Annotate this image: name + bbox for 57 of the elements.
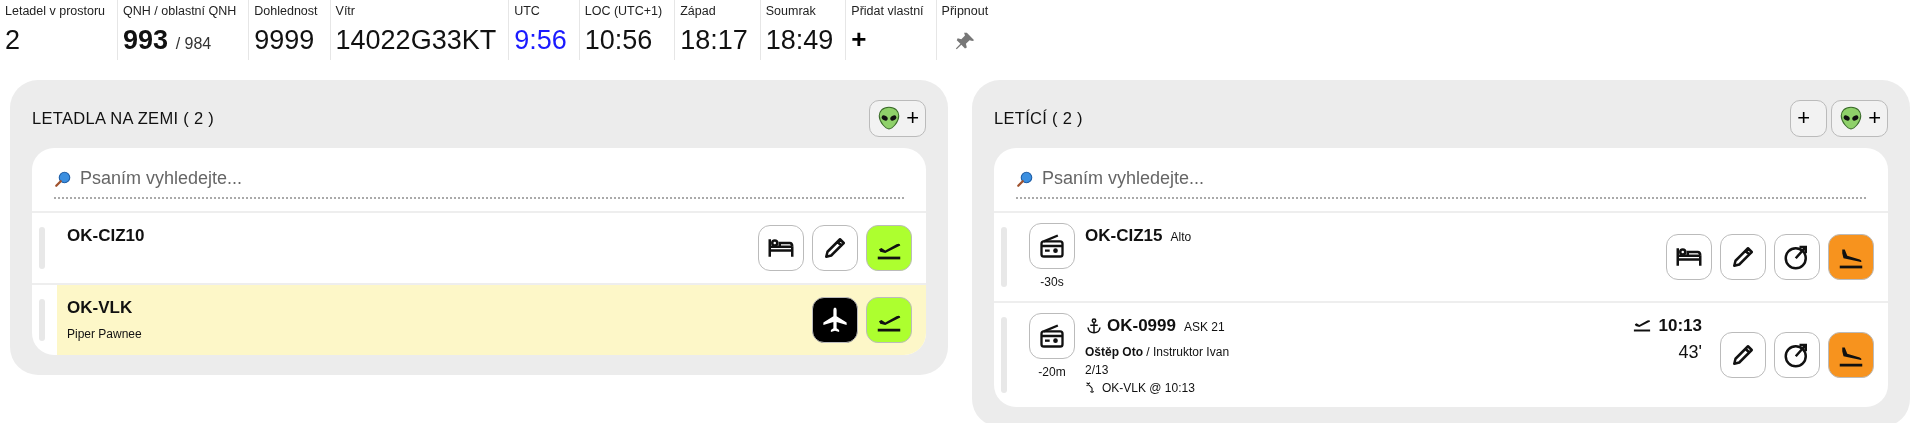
stat-label: UTC bbox=[514, 3, 541, 20]
stat-label: Vítr bbox=[335, 3, 356, 20]
stat-label: Soumrak bbox=[765, 3, 817, 20]
gauge-button[interactable] bbox=[1774, 331, 1820, 378]
stat-label: Západ bbox=[680, 3, 717, 20]
search-icon bbox=[54, 169, 72, 188]
stat-label: Připnout bbox=[941, 3, 989, 20]
aircraft-type: Piper Pawnee bbox=[67, 325, 143, 343]
radio-time: -20m bbox=[1038, 364, 1066, 381]
stat-label: Přidat vlastní bbox=[851, 3, 924, 20]
aircraft-registration: OK-0999 bbox=[1107, 315, 1176, 337]
airplane-button[interactable] bbox=[812, 297, 858, 343]
bed-button[interactable] bbox=[1666, 234, 1712, 280]
stat-value: 10:56 bbox=[584, 23, 654, 57]
stat-label: QNH / oblastní QNH bbox=[123, 3, 237, 20]
aircraft-registration: OK-CIZ15 bbox=[1085, 225, 1163, 247]
landing-button[interactable] bbox=[1828, 234, 1874, 280]
aircraft-registration: OK-CIZ10 bbox=[67, 225, 145, 247]
flight-duration: 43' bbox=[1678, 340, 1702, 364]
aircraft-type: Alto bbox=[1170, 229, 1192, 246]
stat-value: 2 bbox=[5, 23, 22, 57]
stat-value: 9:56 bbox=[514, 23, 567, 57]
edit-button[interactable] bbox=[812, 225, 858, 271]
airplane-icon bbox=[820, 305, 850, 335]
radio-icon bbox=[1038, 232, 1066, 260]
takeoff-button[interactable] bbox=[866, 297, 912, 343]
radio-time: -30s bbox=[1040, 274, 1064, 291]
tow-info: OK-VLK @ 10:13 bbox=[1102, 379, 1195, 397]
stat-value: 9999 bbox=[254, 23, 316, 57]
add-guest-button[interactable]: + bbox=[1831, 99, 1888, 137]
panel-title: LETADLA NA ZEMI ( 2 ) bbox=[32, 107, 215, 129]
bed-button[interactable] bbox=[758, 225, 804, 271]
stat-label: Letadel v prostoru bbox=[5, 3, 106, 20]
stat-value: 18:17 bbox=[680, 23, 748, 57]
transceiver-button[interactable] bbox=[1029, 223, 1075, 269]
radio-icon bbox=[1038, 322, 1066, 350]
crew-names: Oštěp Oto / Instruktor Ivan bbox=[1085, 343, 1231, 361]
add-button[interactable]: + bbox=[851, 23, 924, 55]
landing-button[interactable] bbox=[1828, 331, 1874, 378]
aircraft-type: ASK 21 bbox=[1184, 319, 1225, 336]
stat-label: LOC (UTC+1) bbox=[584, 3, 663, 20]
stat-value: 993 / 984 bbox=[123, 23, 213, 57]
add-guest-button[interactable]: + bbox=[869, 99, 926, 137]
takeoff-button[interactable] bbox=[866, 225, 912, 271]
transceiver-button[interactable] bbox=[1029, 313, 1075, 359]
takeoff-time: 10:13 bbox=[1658, 315, 1702, 337]
stat-value: 14022G33KT bbox=[335, 23, 497, 57]
gauge-button[interactable] bbox=[1774, 234, 1820, 280]
search-icon bbox=[1016, 169, 1034, 188]
aircraft-registration: OK-VLK bbox=[67, 297, 133, 319]
add-button[interactable]: + bbox=[1790, 99, 1828, 137]
stat-value: 18:49 bbox=[765, 23, 834, 57]
flight-info: 2/13 bbox=[1085, 361, 1110, 379]
panel-title: LETÍCÍ ( 2 ) bbox=[994, 107, 1083, 129]
stat-label: Dohlednost bbox=[254, 3, 318, 20]
edit-button[interactable] bbox=[1720, 234, 1766, 280]
edit-button[interactable] bbox=[1720, 331, 1766, 378]
